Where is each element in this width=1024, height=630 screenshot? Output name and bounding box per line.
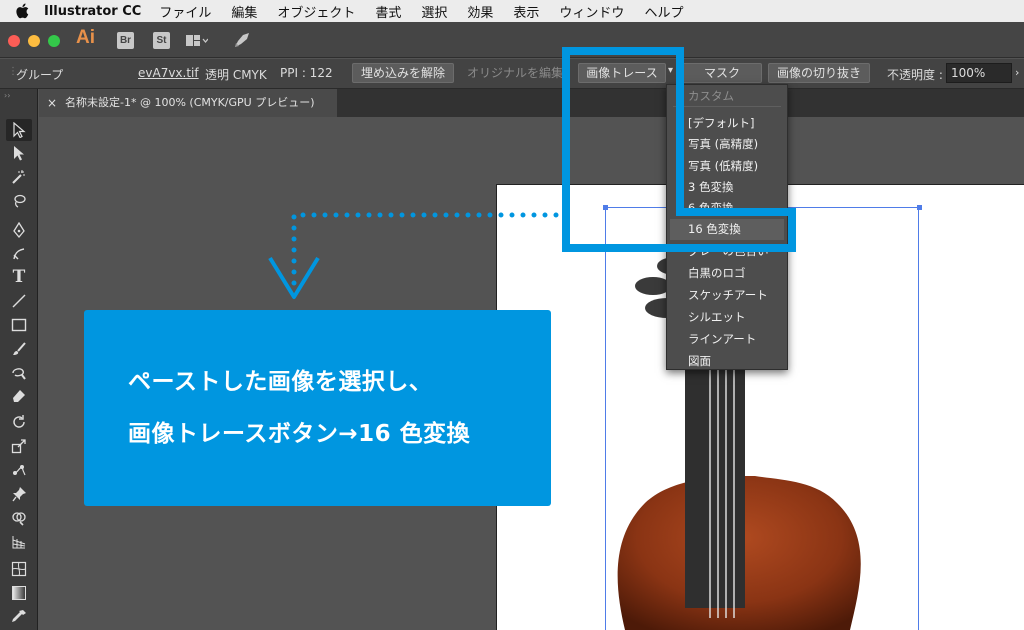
eraser-tool-icon[interactable]	[6, 385, 32, 407]
opacity-label: 不透明度 :	[887, 68, 943, 82]
menu-edit[interactable]: 編集	[231, 2, 257, 21]
preset-silhouettes[interactable]: シルエット	[688, 309, 746, 325]
menu-window[interactable]: ウィンドウ	[559, 2, 624, 21]
rectangle-tool-icon[interactable]	[6, 314, 32, 336]
paintbrush-tool-icon[interactable]	[6, 338, 32, 360]
image-trace-button[interactable]: 画像トレース	[578, 63, 666, 83]
illustrator-logo: Ai	[76, 27, 95, 48]
callout-line-1: ペーストした画像を選択し、	[128, 369, 433, 395]
menu-help[interactable]: ヘルプ	[644, 2, 683, 21]
preset-6-colors[interactable]: 6 色変換	[688, 200, 733, 216]
callout-line-2: 画像トレースボタン→16 色変換	[128, 421, 471, 447]
opacity-input[interactable]: 100%	[946, 63, 1012, 83]
preset-black-and-white-logo[interactable]: 白黒のロゴ	[688, 265, 746, 281]
menu-bar: Illustrator CC ファイル 編集 オブジェクト 書式 選択 効果 表…	[0, 0, 1024, 22]
preset-3-colors[interactable]: 3 色変換	[688, 179, 733, 195]
lasso-tool-icon[interactable]	[6, 190, 32, 212]
preset-photo-low[interactable]: 写真 (低精度)	[688, 158, 758, 174]
gpu-performance-rocket-icon[interactable]	[232, 30, 252, 50]
shaper-tool-icon[interactable]	[6, 362, 32, 384]
line-segment-tool-icon[interactable]	[6, 290, 32, 312]
linked-file-name[interactable]: evA7vx.tif	[138, 66, 199, 80]
unembed-button[interactable]: 埋め込みを解除	[352, 63, 454, 83]
panel-collapse-icon[interactable]: ››	[4, 91, 10, 100]
direct-selection-tool-icon[interactable]	[6, 142, 32, 164]
more-options-chevron-icon[interactable]: ›	[1015, 66, 1019, 79]
preset-line-art[interactable]: ラインアート	[688, 331, 756, 347]
menu-file[interactable]: ファイル	[159, 2, 211, 21]
apple-icon[interactable]	[0, 0, 44, 22]
close-tab-icon[interactable]: ×	[47, 89, 57, 117]
crop-image-button[interactable]: 画像の切り抜き	[768, 63, 870, 83]
ppi-label: PPI : 122	[280, 66, 333, 80]
app-name-menu[interactable]: Illustrator CC	[44, 4, 141, 19]
scale-tool-icon[interactable]	[6, 435, 32, 457]
transparency-mode-label: 透明 CMYK	[205, 68, 267, 82]
arrange-documents-icon[interactable]	[186, 33, 209, 47]
menu-object[interactable]: オブジェクト	[277, 2, 355, 21]
instruction-callout: ペーストした画像を選択し、 画像トレースボタン→16 色変換	[84, 310, 551, 506]
pen-tool-icon[interactable]	[6, 219, 32, 241]
selection-type-label: グループ	[16, 68, 64, 82]
document-tab[interactable]: × 名称未設定-1* @ 100% (CMYK/GPU プレビュー)	[39, 89, 337, 117]
menu-header-custom: カスタム	[688, 89, 734, 103]
preset-sketched-art[interactable]: スケッチアート	[688, 287, 768, 303]
tools-panel: ›› T	[0, 89, 38, 630]
bridge-button[interactable]: Br	[117, 32, 134, 49]
document-tab-bar: × 名称未設定-1* @ 100% (CMYK/GPU プレビュー)	[39, 89, 1024, 117]
menu-effect[interactable]: 効果	[467, 2, 493, 21]
menu-separator	[673, 106, 781, 107]
selection-tool-icon[interactable]	[6, 119, 32, 141]
image-trace-preset-menu: カスタム [デフォルト] 写真 (高精度) 写真 (低精度) 3 色変換 6 色…	[666, 84, 788, 370]
type-tool-icon[interactable]: T	[6, 266, 32, 288]
mask-button[interactable]: マスク	[682, 63, 762, 83]
control-bar: ⋮ グループ evA7vx.tif 透明 CMYK PPI : 122 埋め込み…	[0, 59, 1024, 89]
puppet-warp-tool-icon[interactable]	[6, 459, 32, 481]
selection-handle[interactable]	[917, 205, 922, 210]
preset-16-colors[interactable]: 16 色変換	[670, 219, 784, 240]
pin-tool-icon[interactable]	[6, 483, 32, 505]
curvature-tool-icon[interactable]	[6, 243, 32, 265]
rotate-tool-icon[interactable]	[6, 411, 32, 433]
minimize-window-button[interactable]	[28, 35, 40, 47]
menu-type[interactable]: 書式	[375, 2, 401, 21]
selection-handle[interactable]	[603, 205, 608, 210]
preset-photo-high[interactable]: 写真 (高精度)	[688, 136, 758, 152]
close-window-button[interactable]	[8, 35, 20, 47]
menu-select[interactable]: 選択	[421, 2, 447, 21]
document-tab-title: 名称未設定-1* @ 100% (CMYK/GPU プレビュー)	[65, 96, 315, 109]
menu-view[interactable]: 表示	[513, 2, 539, 21]
mesh-tool-icon[interactable]	[6, 558, 32, 580]
magic-wand-tool-icon[interactable]	[6, 166, 32, 188]
image-trace-dropdown-chevron-icon[interactable]: ▾	[668, 65, 673, 76]
preset-default[interactable]: [デフォルト]	[688, 115, 754, 131]
shape-builder-tool-icon[interactable]	[6, 507, 32, 529]
eyedropper-tool-icon[interactable]	[6, 606, 32, 628]
zoom-window-button[interactable]	[48, 35, 60, 47]
gradient-tool-icon[interactable]	[6, 582, 32, 604]
preset-shades-of-gray[interactable]: グレーの色合い	[688, 243, 769, 259]
preset-technical-drawing[interactable]: 図面	[688, 353, 711, 369]
stock-button[interactable]: St	[153, 32, 170, 49]
edit-original-button[interactable]: オリジナルを編集	[462, 63, 568, 83]
perspective-grid-tool-icon[interactable]	[6, 531, 32, 553]
